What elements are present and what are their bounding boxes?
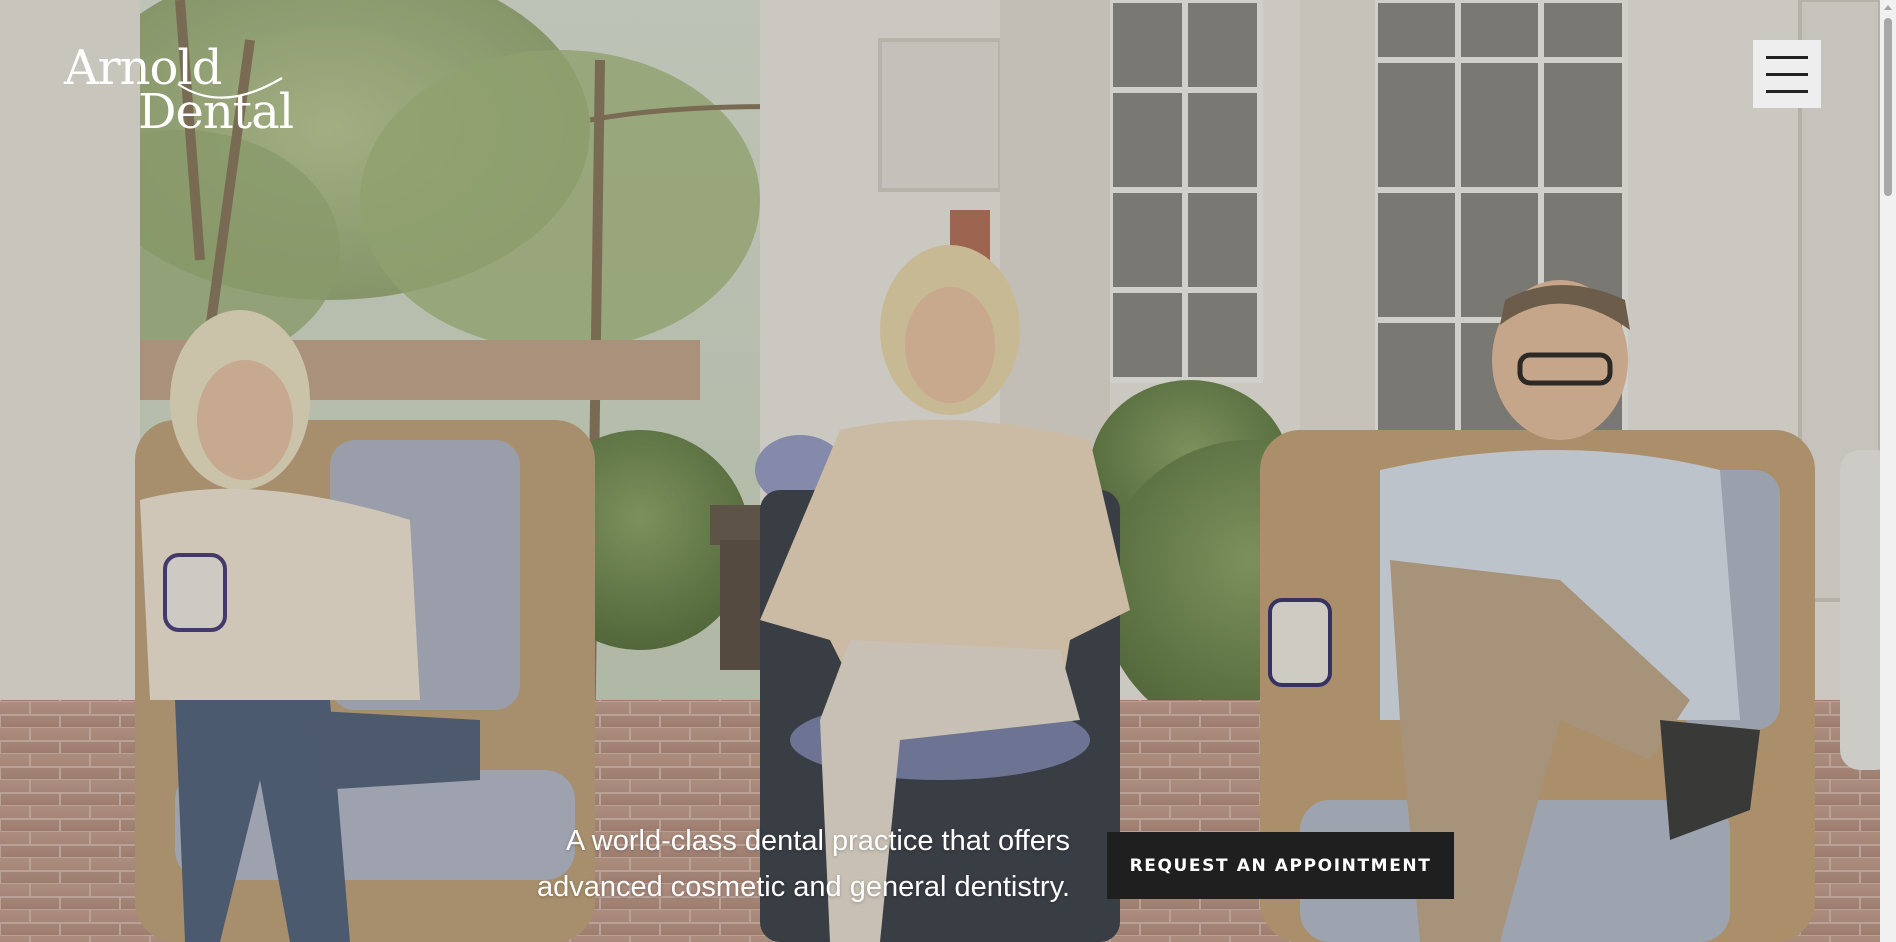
hero-tagline: A world-class dental practice that offer… — [440, 818, 1070, 910]
tagline-line-1: A world-class dental practice that offer… — [566, 825, 1070, 857]
logo-smile-mark — [177, 77, 283, 99]
arnold-dental-logo[interactable]: Arnold Dental — [64, 40, 294, 150]
scroll-up-arrow-icon[interactable] — [1884, 5, 1892, 10]
tagline-line-2: advanced cosmetic and general dentistry. — [536, 871, 1070, 903]
page-scrollbar[interactable] — [1880, 0, 1896, 942]
request-appointment-button[interactable]: REQUEST AN APPOINTMENT — [1107, 832, 1454, 899]
menu-button[interactable] — [1753, 40, 1821, 108]
scrollbar-thumb[interactable] — [1884, 18, 1892, 196]
hero-section: Arnold Dental A world-class dental pract… — [0, 0, 1896, 942]
